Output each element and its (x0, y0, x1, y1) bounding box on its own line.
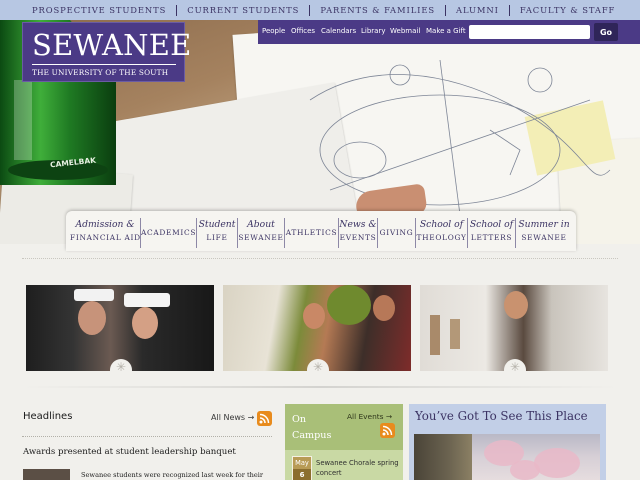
event-month: May (293, 457, 311, 469)
quick-link-webmail[interactable]: Webmail (390, 27, 420, 35)
headlines-divider (22, 436, 272, 437)
main-nav-summer-in-sewanee[interactable]: Summer in SEWANEE (516, 218, 572, 248)
main-nav-line2: LETTERS (470, 233, 513, 242)
main-nav-giving[interactable]: GIVING (378, 218, 416, 248)
event-day: 6 (299, 471, 305, 479)
rss-icon[interactable] (257, 411, 272, 426)
main-nav-academics[interactable]: ACADEMICS (141, 218, 197, 248)
audience-link-alumni[interactable]: Alumni (446, 4, 510, 16)
on-campus-panel: On Campus All Events → May 6 Sewanee Cho… (285, 404, 403, 480)
see-this-place-panel: You’ve Got To See This Place (409, 404, 606, 480)
main-nav-line2: SEWANEE (521, 233, 567, 242)
logo-wordmark: SEWANEE (32, 28, 192, 62)
feature-photo-students[interactable]: ✳ (223, 285, 411, 371)
main-nav-school-of-letters[interactable]: School of LETTERS (468, 218, 516, 248)
main-nav-line2: LIFE (206, 233, 228, 242)
photo-star-badge: ✳ (110, 359, 132, 371)
audience-link-faculty[interactable]: Faculty & Staff (510, 5, 625, 16)
photo-figure (450, 319, 460, 349)
event-title-link[interactable]: Sewanee Chorale spring concert (316, 458, 400, 478)
main-nav-about-sewanee[interactable]: About SEWANEE (238, 218, 285, 248)
story-title-link[interactable]: Awards presented at student leadership b… (23, 447, 236, 457)
main-nav-athletics[interactable]: ATHLETICS (285, 218, 339, 248)
main-nav-line2: GIVING (379, 228, 414, 237)
photo-figure (124, 293, 170, 307)
main-nav-line2: THEOLOGY (416, 233, 467, 242)
feature-photo-graduation[interactable]: ✳ (26, 285, 214, 371)
photo-star-badge: ✳ (504, 359, 526, 371)
audience-link-current[interactable]: Current Students (177, 4, 311, 16)
photo-figure (74, 289, 114, 301)
photo-tower (414, 434, 472, 480)
main-nav-line1: About (247, 219, 275, 230)
rss-icon[interactable] (380, 423, 395, 438)
main-nav-line2: SEWANEE (238, 233, 284, 242)
quick-link-library[interactable]: Library (361, 27, 385, 35)
see-this-place-photo[interactable] (414, 434, 600, 480)
audience-nav: Prospective Students Current Students Pa… (0, 0, 640, 20)
photo-figure (132, 307, 158, 339)
audience-link-prospective[interactable]: Prospective Students (22, 4, 178, 16)
main-nav-line1: News & (339, 219, 377, 230)
main-nav-line1: School of (469, 219, 514, 230)
all-news-link[interactable]: All News → (211, 413, 254, 422)
main-nav-line1: Student (198, 219, 236, 230)
go-button[interactable]: Go (594, 23, 618, 41)
main-nav-line2: ACADEMICS (141, 228, 197, 237)
main-nav-line2: EVENTS (339, 233, 377, 242)
audience-link-parents[interactable]: Parents & Families (310, 4, 447, 16)
feature-photo-gallery[interactable]: ✳ (420, 285, 608, 371)
main-nav-school-of-theology[interactable]: School of THEOLOGY (416, 218, 468, 248)
main-nav-admission[interactable]: Admission & FINANCIAL AID (70, 218, 141, 248)
search-input[interactable] (469, 25, 590, 39)
main-nav: Admission & FINANCIAL AID ACADEMICS Stud… (66, 211, 576, 251)
headlines-title: Headlines (23, 411, 73, 422)
main-nav-line1: School of (419, 219, 464, 230)
main-nav-line2: ATHLETICS (285, 228, 338, 237)
story-thumbnail[interactable] (23, 469, 70, 480)
sewanee-logo[interactable]: SEWANEE THE UNIVERSITY OF THE SOUTH (22, 22, 191, 82)
quick-link-people[interactable]: People (262, 27, 285, 35)
quick-link-offices[interactable]: Offices (291, 27, 315, 35)
photo-figure (78, 301, 106, 335)
hero-sketch (309, 59, 611, 220)
main-nav-line1: Admission & (75, 219, 135, 230)
photo-figure (373, 295, 395, 321)
event-date-badge: May 6 (292, 456, 312, 480)
on-campus-title: On Campus (292, 414, 332, 441)
section-shadow (22, 386, 618, 388)
logo-subtitle: THE UNIVERSITY OF THE SOUTH (32, 68, 169, 77)
logo-rule (32, 64, 176, 65)
quick-link-make-a-gift[interactable]: Make a Gift (426, 27, 466, 35)
story-summary: Sewanee students were recognized last we… (81, 471, 264, 479)
photo-figure (504, 291, 528, 319)
photo-figure (327, 285, 371, 325)
main-nav-line2: FINANCIAL AID (70, 233, 141, 242)
quick-link-calendars[interactable]: Calendars (321, 27, 356, 35)
main-nav-student-life[interactable]: Student LIFE (197, 218, 238, 248)
photo-figure (430, 315, 440, 355)
photo-blossom (510, 460, 540, 480)
section-divider (22, 258, 618, 259)
main-nav-news-events[interactable]: News & EVENTS (339, 218, 378, 248)
photo-blossom (534, 448, 580, 478)
photo-figure (303, 303, 325, 329)
all-events-link[interactable]: All Events → (347, 412, 392, 421)
photo-star-badge: ✳ (307, 359, 329, 371)
main-nav-line1: Summer in (518, 219, 570, 230)
see-this-place-title: You’ve Got To See This Place (415, 409, 588, 423)
